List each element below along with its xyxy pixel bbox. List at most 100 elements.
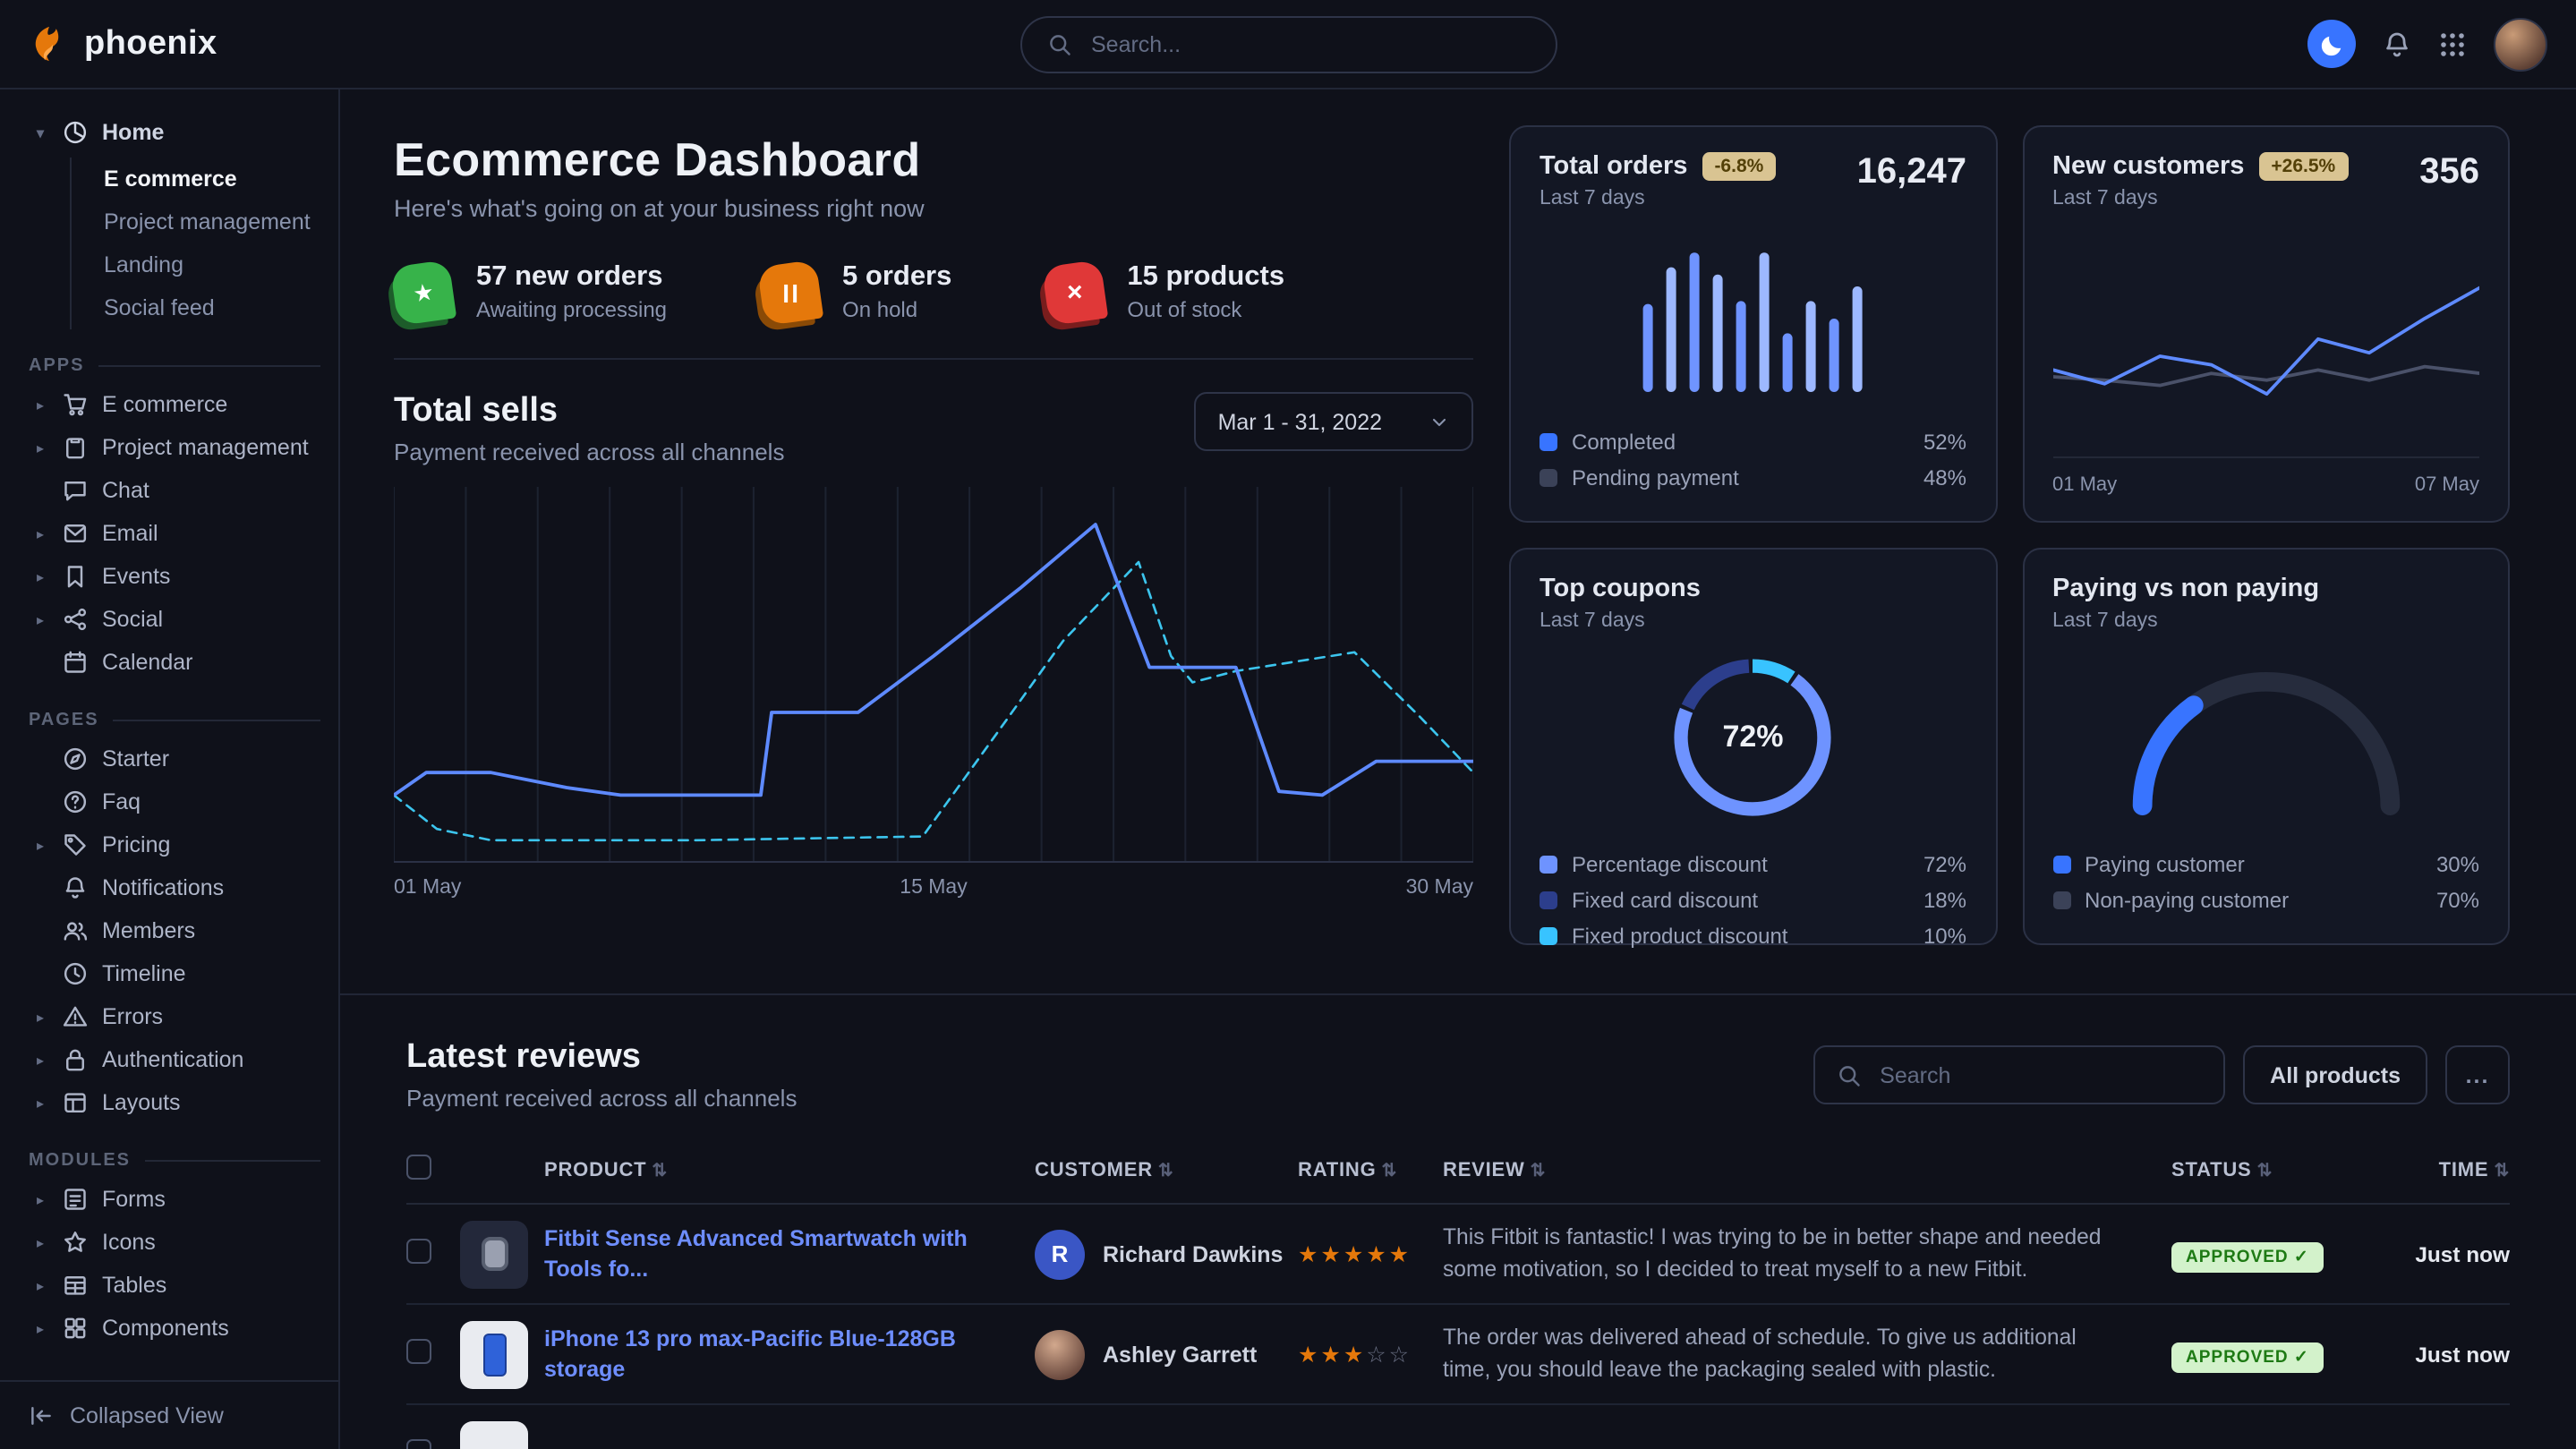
legend-value: 30% bbox=[2436, 852, 2479, 877]
sidebar-item-forms[interactable]: ▸Forms bbox=[29, 1178, 320, 1221]
product-link[interactable]: iPhone 13 pro max-Pacific Blue-128GB sto… bbox=[544, 1324, 1035, 1385]
column-header-customer[interactable]: CUSTOMER⇅ bbox=[1035, 1159, 1298, 1181]
sidebar-item-icons[interactable]: ▸Icons bbox=[29, 1221, 320, 1264]
sidebar-item-social[interactable]: ▸Social bbox=[29, 598, 320, 641]
more-options-button[interactable]: ... bbox=[2445, 1045, 2510, 1104]
stat-awaiting-processing: ★57 new ordersAwaiting processing bbox=[394, 261, 667, 322]
sidebar-item-label: Authentication bbox=[102, 1047, 243, 1072]
review-time: Just now bbox=[2390, 1342, 2510, 1367]
global-search-input[interactable] bbox=[1088, 30, 1530, 58]
card-period: Last 7 days bbox=[1540, 188, 1776, 209]
sidebar-item-email[interactable]: ▸Email bbox=[29, 512, 320, 555]
sidebar-item-social-feed[interactable]: Social feed bbox=[104, 286, 320, 329]
caret-right-icon: ▸ bbox=[32, 439, 48, 456]
pie-chart-icon bbox=[63, 120, 88, 145]
notifications-button[interactable] bbox=[2383, 30, 2411, 58]
sidebar-item-calendar[interactable]: Calendar bbox=[29, 641, 320, 684]
sidebar-item-pricing[interactable]: ▸Pricing bbox=[29, 823, 320, 866]
legend-value: 10% bbox=[1923, 924, 1966, 949]
review-text: This Fitbit is fantastic! I was trying t… bbox=[1443, 1222, 2171, 1285]
column-header-review[interactable]: REVIEW⇅ bbox=[1443, 1159, 2171, 1181]
sidebar-item-project-management[interactable]: ▸Project management bbox=[29, 426, 320, 469]
user-avatar[interactable] bbox=[2494, 17, 2547, 71]
sidebar-item-events[interactable]: ▸Events bbox=[29, 555, 320, 598]
star-icon bbox=[63, 1230, 88, 1255]
sidebar-item-home[interactable]: ▾ Home bbox=[29, 111, 320, 154]
sidebar-section-label: PAGES bbox=[29, 711, 320, 730]
brand[interactable]: phoenix bbox=[29, 23, 369, 64]
customer-name: Ashley Garrett bbox=[1103, 1342, 1257, 1367]
sidebar-item-faq[interactable]: Faq bbox=[29, 780, 320, 823]
star-badge-icon: ★ bbox=[390, 259, 457, 326]
card-period: Last 7 days bbox=[2052, 188, 2348, 209]
sidebar-item-starter[interactable]: Starter bbox=[29, 737, 320, 780]
table-icon bbox=[63, 1273, 88, 1298]
date-range-select[interactable]: Mar 1 - 31, 2022 bbox=[1195, 392, 1473, 451]
stat-label: Awaiting processing bbox=[476, 297, 667, 322]
apps-grid-button[interactable] bbox=[2438, 30, 2467, 58]
collapsed-view-toggle[interactable]: Collapsed View bbox=[0, 1379, 338, 1449]
warning-icon bbox=[63, 1004, 88, 1029]
reviews-search-input[interactable] bbox=[1876, 1061, 2202, 1089]
sidebar-item-e-commerce[interactable]: ▸E commerce bbox=[29, 383, 320, 426]
caret-right-icon: ▸ bbox=[32, 1052, 48, 1068]
sidebar-item-label: Email bbox=[102, 521, 158, 546]
legend-label: Non-paying customer bbox=[2085, 888, 2289, 913]
legend-item: Paying customer 30% bbox=[2052, 847, 2479, 882]
sidebar-item-members[interactable]: Members bbox=[29, 909, 320, 952]
brand-name: phoenix bbox=[84, 24, 218, 64]
sidebar-item-timeline[interactable]: Timeline bbox=[29, 952, 320, 995]
card-period: Last 7 days bbox=[2052, 610, 2319, 632]
legend-swatch bbox=[1540, 856, 1557, 874]
column-header-time[interactable]: TIME⇅ bbox=[2390, 1159, 2510, 1181]
sidebar-item-authentication[interactable]: ▸ Authentication bbox=[29, 1038, 320, 1081]
customer-avatar bbox=[1035, 1329, 1085, 1379]
sort-icon: ⇅ bbox=[2257, 1161, 2273, 1181]
stat-label: Out of stock bbox=[1127, 297, 1284, 322]
clock-icon bbox=[63, 961, 88, 986]
legend-label: Pending payment bbox=[1572, 465, 1739, 490]
column-header-rating[interactable]: RATING⇅ bbox=[1298, 1159, 1443, 1181]
donut-center-value: 72% bbox=[1662, 646, 1845, 829]
row-checkbox[interactable] bbox=[406, 1439, 431, 1449]
legend-label: Paying customer bbox=[2085, 852, 2245, 877]
caret-right-icon: ▸ bbox=[32, 837, 48, 853]
chevron-down-icon bbox=[1429, 411, 1450, 432]
sidebar-item-components[interactable]: ▸Components bbox=[29, 1307, 320, 1350]
sidebar-item-label: Starter bbox=[102, 746, 169, 771]
select-all-checkbox[interactable] bbox=[406, 1155, 431, 1180]
sidebar-item-landing[interactable]: Landing bbox=[104, 243, 320, 286]
sidebar-item-label: Timeline bbox=[102, 961, 186, 986]
sidebar-item-e-commerce[interactable]: E commerce bbox=[104, 158, 320, 200]
dashboard-cards: Total orders -6.8% Last 7 days 16,247 Co… bbox=[1509, 89, 2576, 993]
page-subtitle: Here's what's going on at your business … bbox=[394, 195, 1473, 222]
gauge-svg bbox=[2116, 655, 2417, 823]
all-products-button[interactable]: All products bbox=[2243, 1045, 2427, 1104]
global-search[interactable] bbox=[1019, 15, 1557, 72]
product-link[interactable]: Fitbit Sense Advanced Smartwatch with To… bbox=[544, 1223, 1035, 1284]
rating-stars: ★★★☆☆ bbox=[1298, 1342, 1412, 1368]
legend-swatch bbox=[2052, 856, 2070, 874]
x-badge-icon: × bbox=[1041, 259, 1108, 326]
sidebar-item-tables[interactable]: ▸Tables bbox=[29, 1264, 320, 1307]
reviews-search[interactable] bbox=[1813, 1045, 2225, 1104]
table-header-row: PRODUCT⇅CUSTOMER⇅RATING⇅REVIEW⇅STATUS⇅TI… bbox=[406, 1144, 2510, 1205]
legend-swatch bbox=[1540, 927, 1557, 945]
mail-icon bbox=[63, 521, 88, 546]
column-header-product[interactable]: PRODUCT⇅ bbox=[544, 1159, 1035, 1181]
row-checkbox[interactable] bbox=[406, 1239, 431, 1264]
theme-toggle-button[interactable] bbox=[2307, 20, 2356, 68]
chat-icon bbox=[63, 478, 88, 503]
product-thumbnail bbox=[460, 1220, 528, 1288]
product-thumbnail bbox=[460, 1420, 528, 1449]
sidebar-item-layouts[interactable]: ▸Layouts bbox=[29, 1081, 320, 1124]
sidebar-item-errors[interactable]: ▸Errors bbox=[29, 995, 320, 1038]
sidebar-item-project-management[interactable]: Project management bbox=[104, 200, 320, 243]
legend-swatch bbox=[2052, 891, 2070, 909]
sidebar-item-notifications[interactable]: Notifications bbox=[29, 866, 320, 909]
sidebar-item-chat[interactable]: Chat bbox=[29, 469, 320, 512]
sidebar-item-label: Social bbox=[102, 607, 163, 632]
bookmark-icon bbox=[63, 564, 88, 589]
column-header-status[interactable]: STATUS⇅ bbox=[2171, 1159, 2390, 1181]
row-checkbox[interactable] bbox=[406, 1339, 431, 1364]
